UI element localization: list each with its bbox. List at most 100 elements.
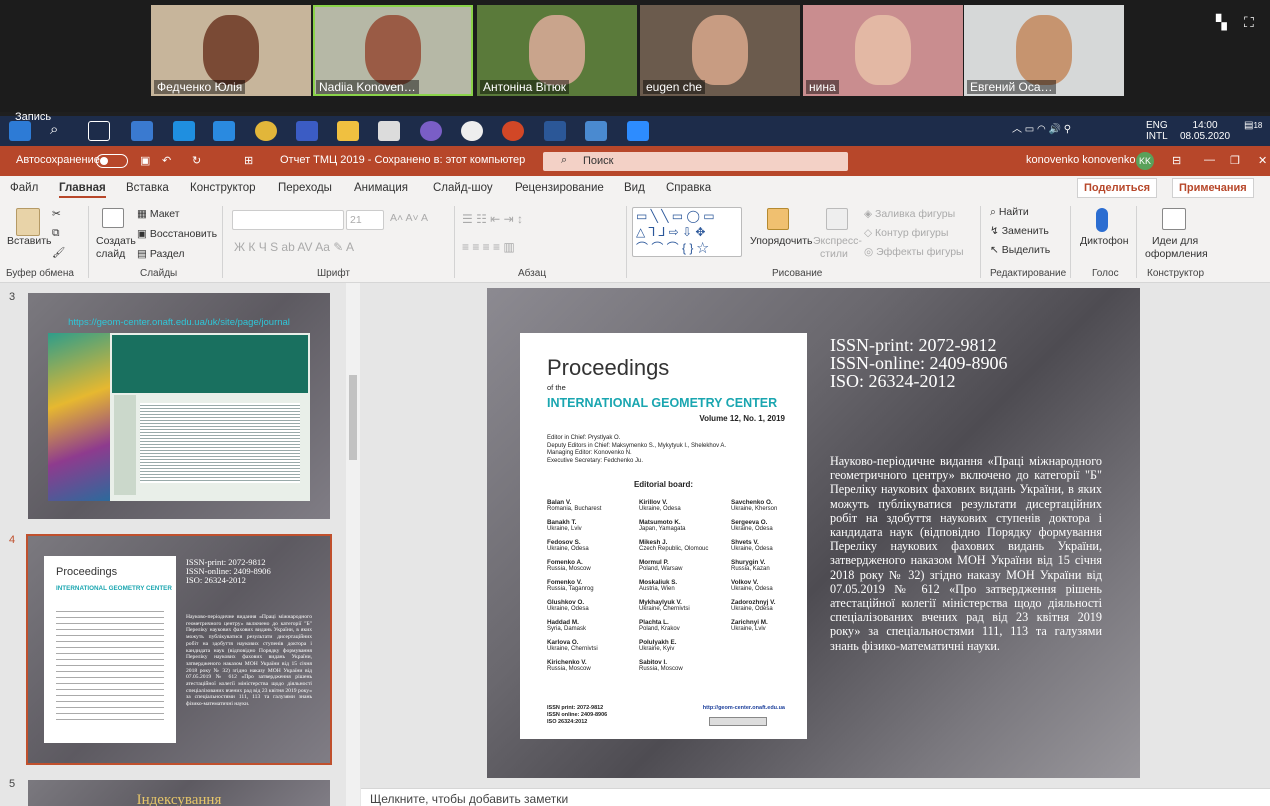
notes-pane[interactable]: Щелкните, чтобы добавить заметки — [361, 788, 1270, 806]
new-slide-icon[interactable] — [102, 208, 124, 228]
fullscreen-icon[interactable]: ⛶ — [1244, 14, 1254, 31]
start-icon[interactable] — [9, 121, 31, 141]
tray-icons[interactable]: ︿ ▭ ◠ 🔊 ⚲ — [1012, 124, 1071, 135]
align-icons[interactable]: ≡ ≡ ≡ ≡ ▥ — [462, 240, 515, 254]
find-button[interactable]: ⌕ Найти — [990, 206, 1029, 219]
arrange-icon[interactable] — [767, 208, 789, 230]
quick-styles-icon[interactable] — [826, 208, 848, 230]
language-indicator[interactable]: ENG INTL — [1146, 120, 1168, 142]
close-icon[interactable]: ✕ — [1258, 154, 1267, 167]
participant-video — [692, 15, 748, 85]
board-member: Mykhaylyuk V. Ukraine, Chernivtsi — [639, 599, 690, 612]
current-slide[interactable]: Proceedings of the INTERNATIONAL GEOMETR… — [487, 288, 1140, 778]
section-button[interactable]: ▤ Раздел — [137, 248, 185, 260]
shape-outline-button[interactable]: ◇ Контур фигуры — [864, 227, 948, 239]
participant-tile[interactable]: Евгений Оса… — [964, 5, 1124, 96]
tab-5[interactable]: Анимация — [354, 182, 408, 194]
font-size-field[interactable]: 21 — [346, 210, 384, 230]
new-slide-button-line2[interactable]: слайд — [96, 248, 125, 260]
qat-icon[interactable]: ⊞ — [244, 154, 253, 167]
tab-2[interactable]: Вставка — [126, 182, 169, 194]
word-icon[interactable] — [544, 121, 566, 141]
font-grow-icon[interactable]: A˄ A˅ A — [390, 212, 428, 224]
comments-button[interactable]: Примечания — [1172, 178, 1254, 198]
dictation-button[interactable]: Диктофон — [1080, 235, 1129, 247]
arrange-button[interactable]: Упорядочить — [750, 235, 812, 247]
tab-6[interactable]: Слайд-шоу — [433, 182, 493, 194]
notification-badge[interactable]: ▤18 — [1244, 120, 1262, 131]
board-member: Moskaliuk S. Austria, Wien — [639, 579, 678, 592]
paste-button[interactable]: Вставить — [7, 235, 52, 247]
participant-video — [203, 15, 259, 85]
tab-9[interactable]: Справка — [666, 182, 711, 194]
search-icon[interactable]: ⌕ — [50, 121, 72, 141]
pen-icon[interactable] — [378, 121, 400, 141]
search-box[interactable]: ⌕ Поиск — [543, 152, 848, 171]
undo-icon[interactable]: ↶ — [162, 154, 171, 167]
font-format-icons[interactable]: Ж К Ч S ab AV Aa ✎ A — [234, 240, 354, 254]
tab-7[interactable]: Рецензирование — [515, 182, 604, 194]
restore-icon[interactable]: ❐ — [1230, 154, 1240, 167]
slide-thumbnail-3[interactable]: https://geom-center.onaft.edu.ua/uk/site… — [28, 293, 330, 519]
share-button[interactable]: Поделиться — [1077, 178, 1158, 198]
panel-scroll-thumb[interactable] — [349, 375, 357, 460]
redo-icon[interactable]: ↻ — [192, 154, 201, 167]
store-icon[interactable] — [131, 121, 153, 141]
task-view-icon[interactable] — [88, 121, 110, 141]
calendar-icon[interactable] — [296, 121, 318, 141]
participant-tile[interactable]: нина — [803, 5, 963, 96]
quick-styles-button[interactable]: Экспресс- — [813, 235, 862, 247]
viber-icon[interactable] — [420, 121, 442, 141]
designer-icon[interactable] — [1162, 208, 1186, 230]
cut-icon[interactable]: ✂ — [52, 208, 61, 220]
minimize-icon[interactable]: — — [1204, 154, 1215, 166]
layout-button[interactable]: ▦ Макет — [137, 208, 180, 220]
microphone-icon[interactable] — [1096, 208, 1108, 232]
journal-of: of the — [547, 383, 566, 392]
replace-button[interactable]: ↯ Заменить — [990, 225, 1049, 237]
notes-icon[interactable] — [585, 121, 607, 141]
mini-issn: ISSN-print: 2072-9812 ISSN-online: 2409-8… — [186, 557, 271, 585]
powerpoint-icon[interactable] — [502, 121, 524, 141]
folder-icon[interactable] — [337, 121, 359, 141]
design-ideas-button[interactable]: Идеи для — [1152, 235, 1198, 247]
chrome-icon[interactable] — [255, 121, 277, 141]
zoom-icon[interactable] — [627, 121, 649, 141]
format-painter-icon[interactable]: 🖌 — [52, 246, 65, 259]
list-icons[interactable]: ☰ ☷ ⇤ ⇥ ↕ — [462, 212, 523, 226]
tab-4[interactable]: Переходы — [278, 182, 332, 194]
slide-thumbnail-5[interactable]: Індексування — [28, 780, 330, 806]
ribbon-tabs: Файл Главная Вставка Конструктор Переходы Ани… — [0, 176, 1270, 200]
ribbon-display-icon[interactable]: ⊟ — [1172, 154, 1181, 167]
user-name[interactable]: konovenko konovenko — [1026, 154, 1135, 166]
tab-3[interactable]: Конструктор — [190, 182, 256, 194]
mail-icon[interactable] — [213, 121, 235, 141]
tab-1[interactable]: Главная — [59, 182, 106, 198]
participant-tile[interactable]: Nadiia Konoven… — [313, 5, 473, 96]
new-slide-button[interactable]: Создать — [96, 235, 136, 247]
participant-tile[interactable]: eugen che — [640, 5, 800, 96]
app-icon[interactable] — [461, 121, 483, 141]
shapes-gallery[interactable]: ▭ ╲ ╲ ▭ ◯ ▭ △ ⅂ ⅃ ⇨ ⇩ ✥ ⌒ ⌒ ⌒ { } ☆ — [632, 207, 742, 257]
participant-tile[interactable]: Федченко Юлія — [151, 5, 311, 96]
autosave-toggle[interactable] — [96, 154, 128, 168]
tab-8[interactable]: Вид — [624, 182, 645, 194]
copy-icon[interactable]: ⧉ — [52, 227, 60, 240]
slide-thumbnail-4-selected[interactable]: Proceedings INTERNATIONAL GEOMETRY CENTE… — [26, 534, 332, 765]
clock[interactable]: 14:00 08.05.2020 — [1180, 120, 1230, 142]
paste-icon[interactable] — [16, 208, 40, 236]
font-name-field[interactable] — [232, 210, 344, 230]
participant-name: Федченко Юлія — [154, 80, 246, 94]
edge-icon[interactable] — [173, 121, 195, 141]
avatar[interactable]: KK — [1136, 152, 1154, 170]
document-title[interactable]: Отчет ТМЦ 2019 - Сохранено в: этот компь… — [280, 154, 525, 166]
participant-tile[interactable]: Антоніна Вітюк — [477, 5, 637, 96]
select-button[interactable]: ↖ Выделить — [990, 244, 1050, 256]
shape-effects-button[interactable]: ◎ Эффекты фигуры — [864, 246, 964, 258]
reset-button[interactable]: ▣ Восстановить — [137, 228, 217, 240]
save-icon[interactable]: ▣ — [140, 154, 150, 167]
layout-icon[interactable]: ▚ — [1216, 14, 1227, 31]
panel-scrollbar[interactable] — [346, 283, 360, 806]
shape-fill-button[interactable]: ◈ Заливка фигуры — [864, 208, 955, 220]
tab-0[interactable]: Файл — [10, 182, 38, 194]
